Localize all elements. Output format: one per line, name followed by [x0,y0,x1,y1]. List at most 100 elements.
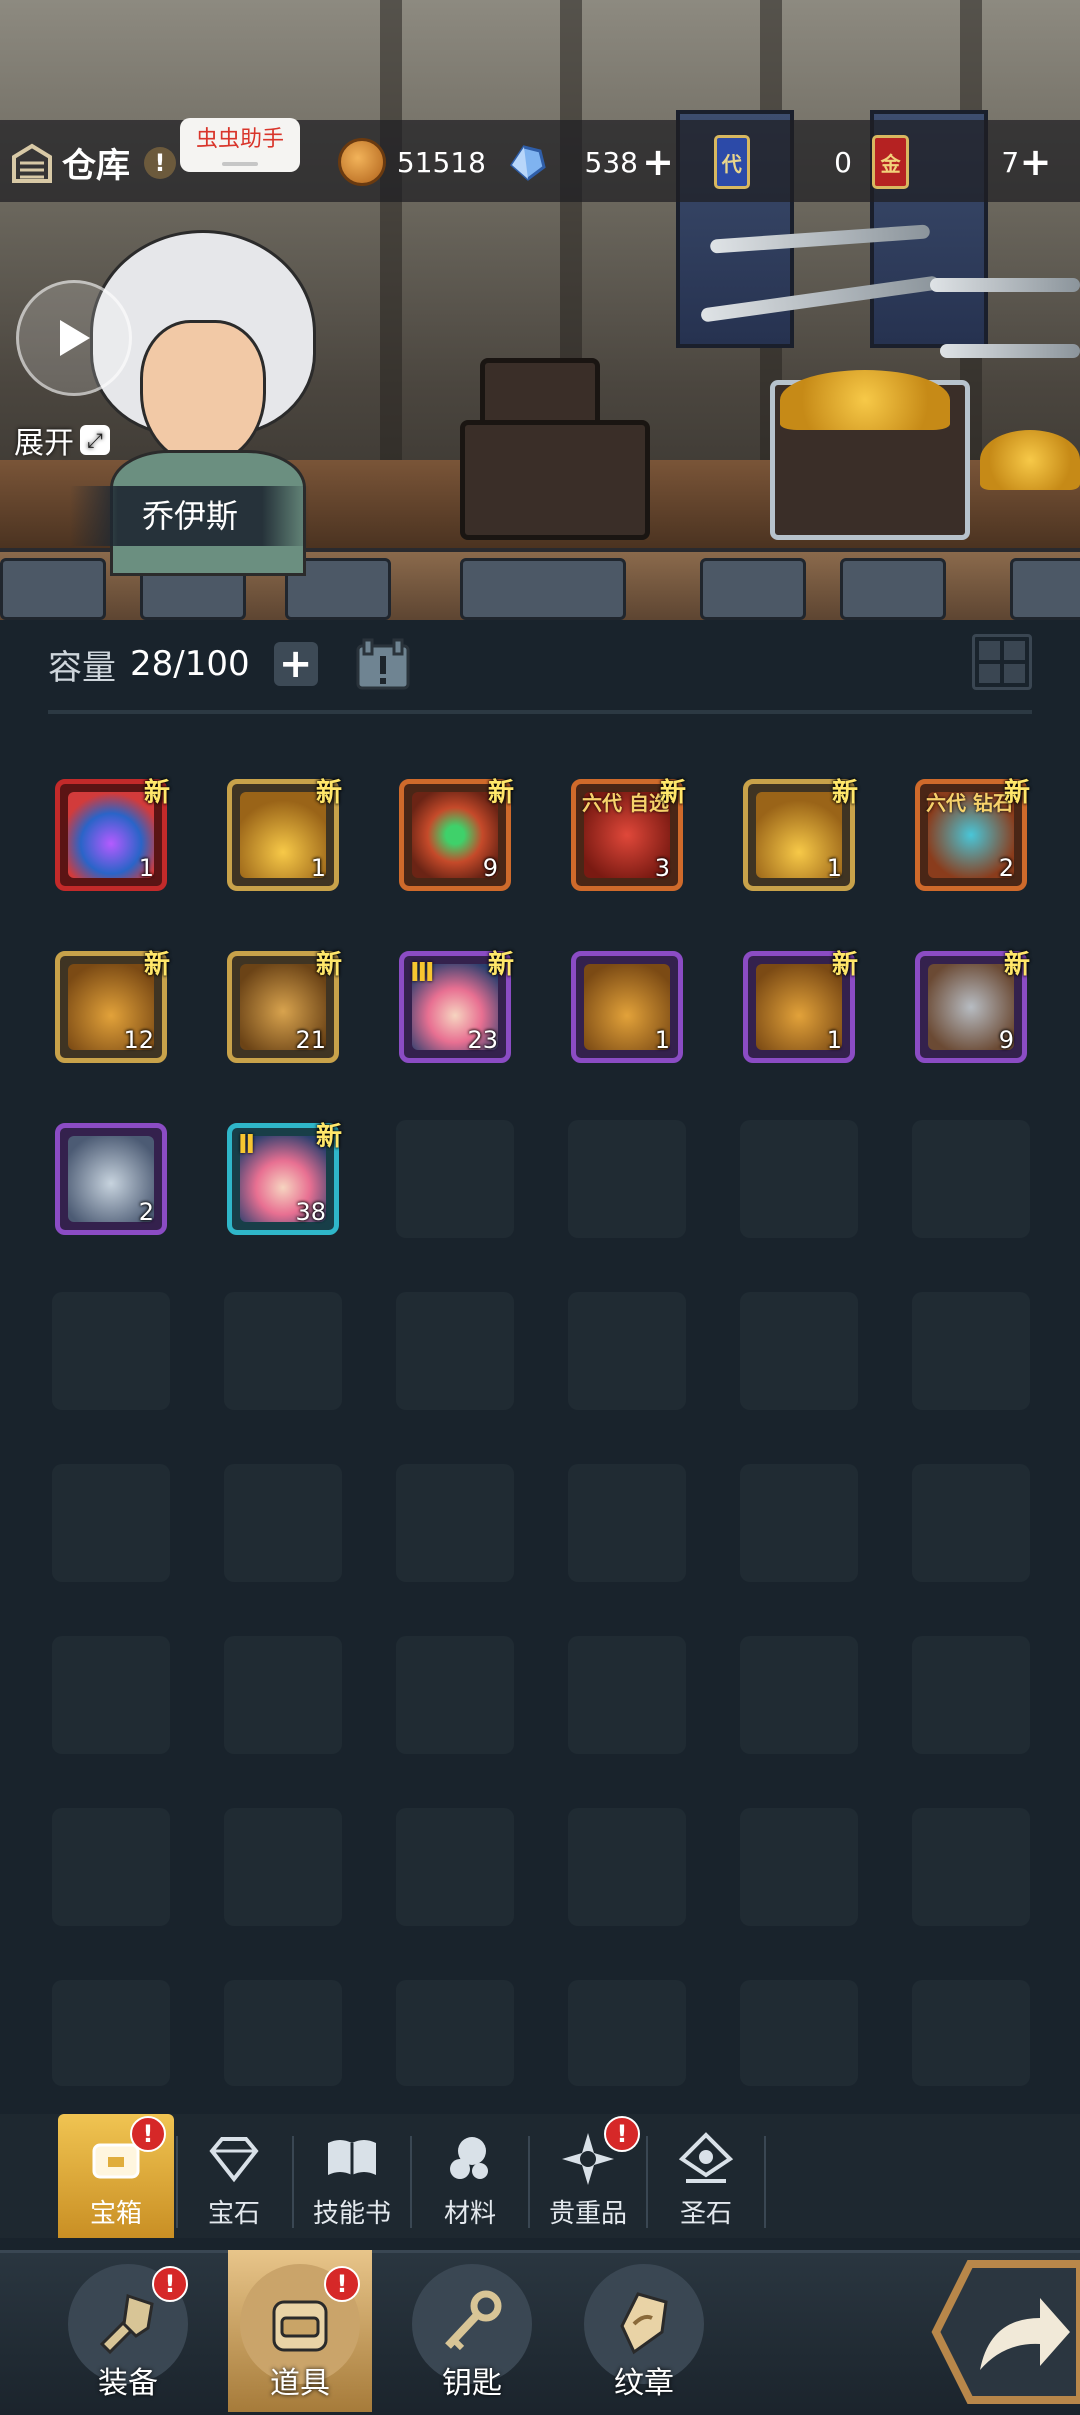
empty-slot[interactable] [568,1980,686,2086]
tab-material[interactable]: 材料 [412,2114,528,2238]
add-gems-button[interactable]: + [638,140,678,184]
tab-valuables[interactable]: 贵重品 ! [530,2114,646,2238]
tab-skill-book[interactable]: 技能书 [294,2114,410,2238]
hero-name: 乔伊斯 [70,486,310,546]
tab-gem[interactable]: 宝石 [176,2114,292,2238]
empty-slot[interactable] [912,1980,1030,2086]
empty-slot[interactable] [396,1636,514,1754]
nav-equipment[interactable]: 装备 ! [56,2250,200,2412]
empty-slot[interactable] [740,1120,858,1238]
empty-slot[interactable] [740,1292,858,1410]
sword-decor [940,344,1080,358]
empty-slot[interactable] [52,1808,170,1926]
empty-slot[interactable] [568,1636,686,1754]
empty-slot[interactable] [568,1464,686,1582]
empty-slot[interactable] [224,1292,342,1410]
empty-slot[interactable] [568,1808,686,1926]
inventory-item[interactable]: 新1 [743,950,858,1063]
tab-chest[interactable]: 宝箱 ! [58,2114,174,2238]
item-count: 23 [467,1026,498,1054]
inventory-item[interactable]: 六代 自选新 3 [571,778,686,891]
expand-button[interactable]: 展开 ⤢ [14,418,110,462]
nav-keys[interactable]: 钥匙 [400,2250,544,2412]
empty-slot[interactable] [52,1292,170,1410]
empty-slot[interactable] [568,1292,686,1410]
empty-slot[interactable] [224,1980,342,2086]
page-title: 仓库 [62,146,130,186]
inventory-item[interactable]: 新 21 [227,950,342,1063]
empty-slot[interactable] [740,1808,858,1926]
nav-emblem-label: 纹章 [614,2366,674,2401]
empty-slot[interactable] [396,1980,514,2086]
inventory-item[interactable]: Ⅲ 新 23 [399,950,514,1063]
chest-decor [460,420,650,540]
play-voice-button[interactable] [16,280,132,396]
item-count: 21 [295,1026,326,1054]
new-tag: 新 [487,778,514,808]
empty-slot[interactable] [740,1464,858,1582]
empty-slot[interactable] [568,1120,686,1238]
assistant-label: 虫虫助手 [195,127,284,152]
inventory-item[interactable]: 新1 [55,778,170,891]
grid-view-toggle[interactable] [972,634,1032,690]
tab-gem-label: 宝石 [207,2199,260,2229]
empty-slot[interactable] [396,1808,514,1926]
new-tag: 新 [831,950,858,980]
inventory-item[interactable]: 新9 [399,778,514,891]
assistant-button[interactable]: 虫虫助手 [180,118,300,172]
tab-chest-label: 宝箱 [89,2199,142,2229]
tab-skill-book-label: 技能书 [312,2199,391,2229]
empty-slot[interactable] [740,1636,858,1754]
new-tag: 新 [659,778,686,808]
empty-slot[interactable] [396,1464,514,1582]
inventory-item[interactable]: 新1 [227,778,342,891]
inventory-item[interactable]: Ⅱ 新 38 [227,1122,342,1235]
warehouse-alert-icon[interactable]: ! [144,146,176,179]
new-tag: 新 [315,950,342,980]
add-red-card-button[interactable]: + [1019,140,1052,184]
inventory-item[interactable]: 2 [55,1123,167,1235]
empty-slot[interactable] [912,1636,1030,1754]
play-icon [60,320,90,356]
expand-label: 展开 [14,426,74,461]
item-count: 12 [123,1026,154,1054]
item-count: 1 [310,854,326,882]
empty-slot[interactable] [224,1808,342,1926]
new-tag: 新 [315,1122,342,1152]
inventory-item[interactable]: 1 [571,951,683,1063]
beam-cap [1010,558,1080,620]
empty-slot[interactable] [224,1464,342,1582]
inventory-item[interactable]: 新 12 [55,950,170,1063]
empty-slot[interactable] [740,1980,858,2086]
empty-slot[interactable] [912,1464,1030,1582]
empty-slot[interactable] [224,1636,342,1754]
item-count: 38 [295,1198,326,1226]
capacity-label: 容量 [48,647,116,688]
empty-slot[interactable] [52,1464,170,1582]
inventory-item[interactable]: 新1 [743,778,858,891]
tab-holy-stone[interactable]: 圣石 [648,2114,764,2238]
nav-emblem[interactable]: 纹章 [572,2250,716,2412]
inventory-item[interactable]: 六代 钻石新 2 [915,778,1030,891]
beam-cap [460,558,626,620]
empty-slot[interactable] [396,1292,514,1410]
nav-keys-label: 钥匙 [442,2366,502,2401]
empty-slot[interactable] [912,1808,1030,1926]
inventory-item[interactable]: 新9 [915,950,1030,1063]
share-button[interactable] [930,2258,1080,2406]
item-count: 1 [138,854,154,882]
nav-equipment-badge: ! [152,2266,188,2302]
sort-items-icon[interactable] [352,634,414,694]
item-count: 9 [998,1026,1014,1054]
new-tag: 新 [143,778,170,808]
hero-face [140,320,266,466]
coin-value: 51518 [396,145,486,179]
item-tier: Ⅱ [238,1130,256,1160]
expand-capacity-button[interactable]: + [273,641,318,687]
empty-slot[interactable] [52,1636,170,1754]
empty-slot[interactable] [52,1980,170,2086]
empty-slot[interactable] [396,1120,514,1238]
empty-slot[interactable] [912,1120,1030,1238]
nav-items[interactable]: 道具 ! [228,2250,372,2412]
empty-slot[interactable] [912,1292,1030,1410]
